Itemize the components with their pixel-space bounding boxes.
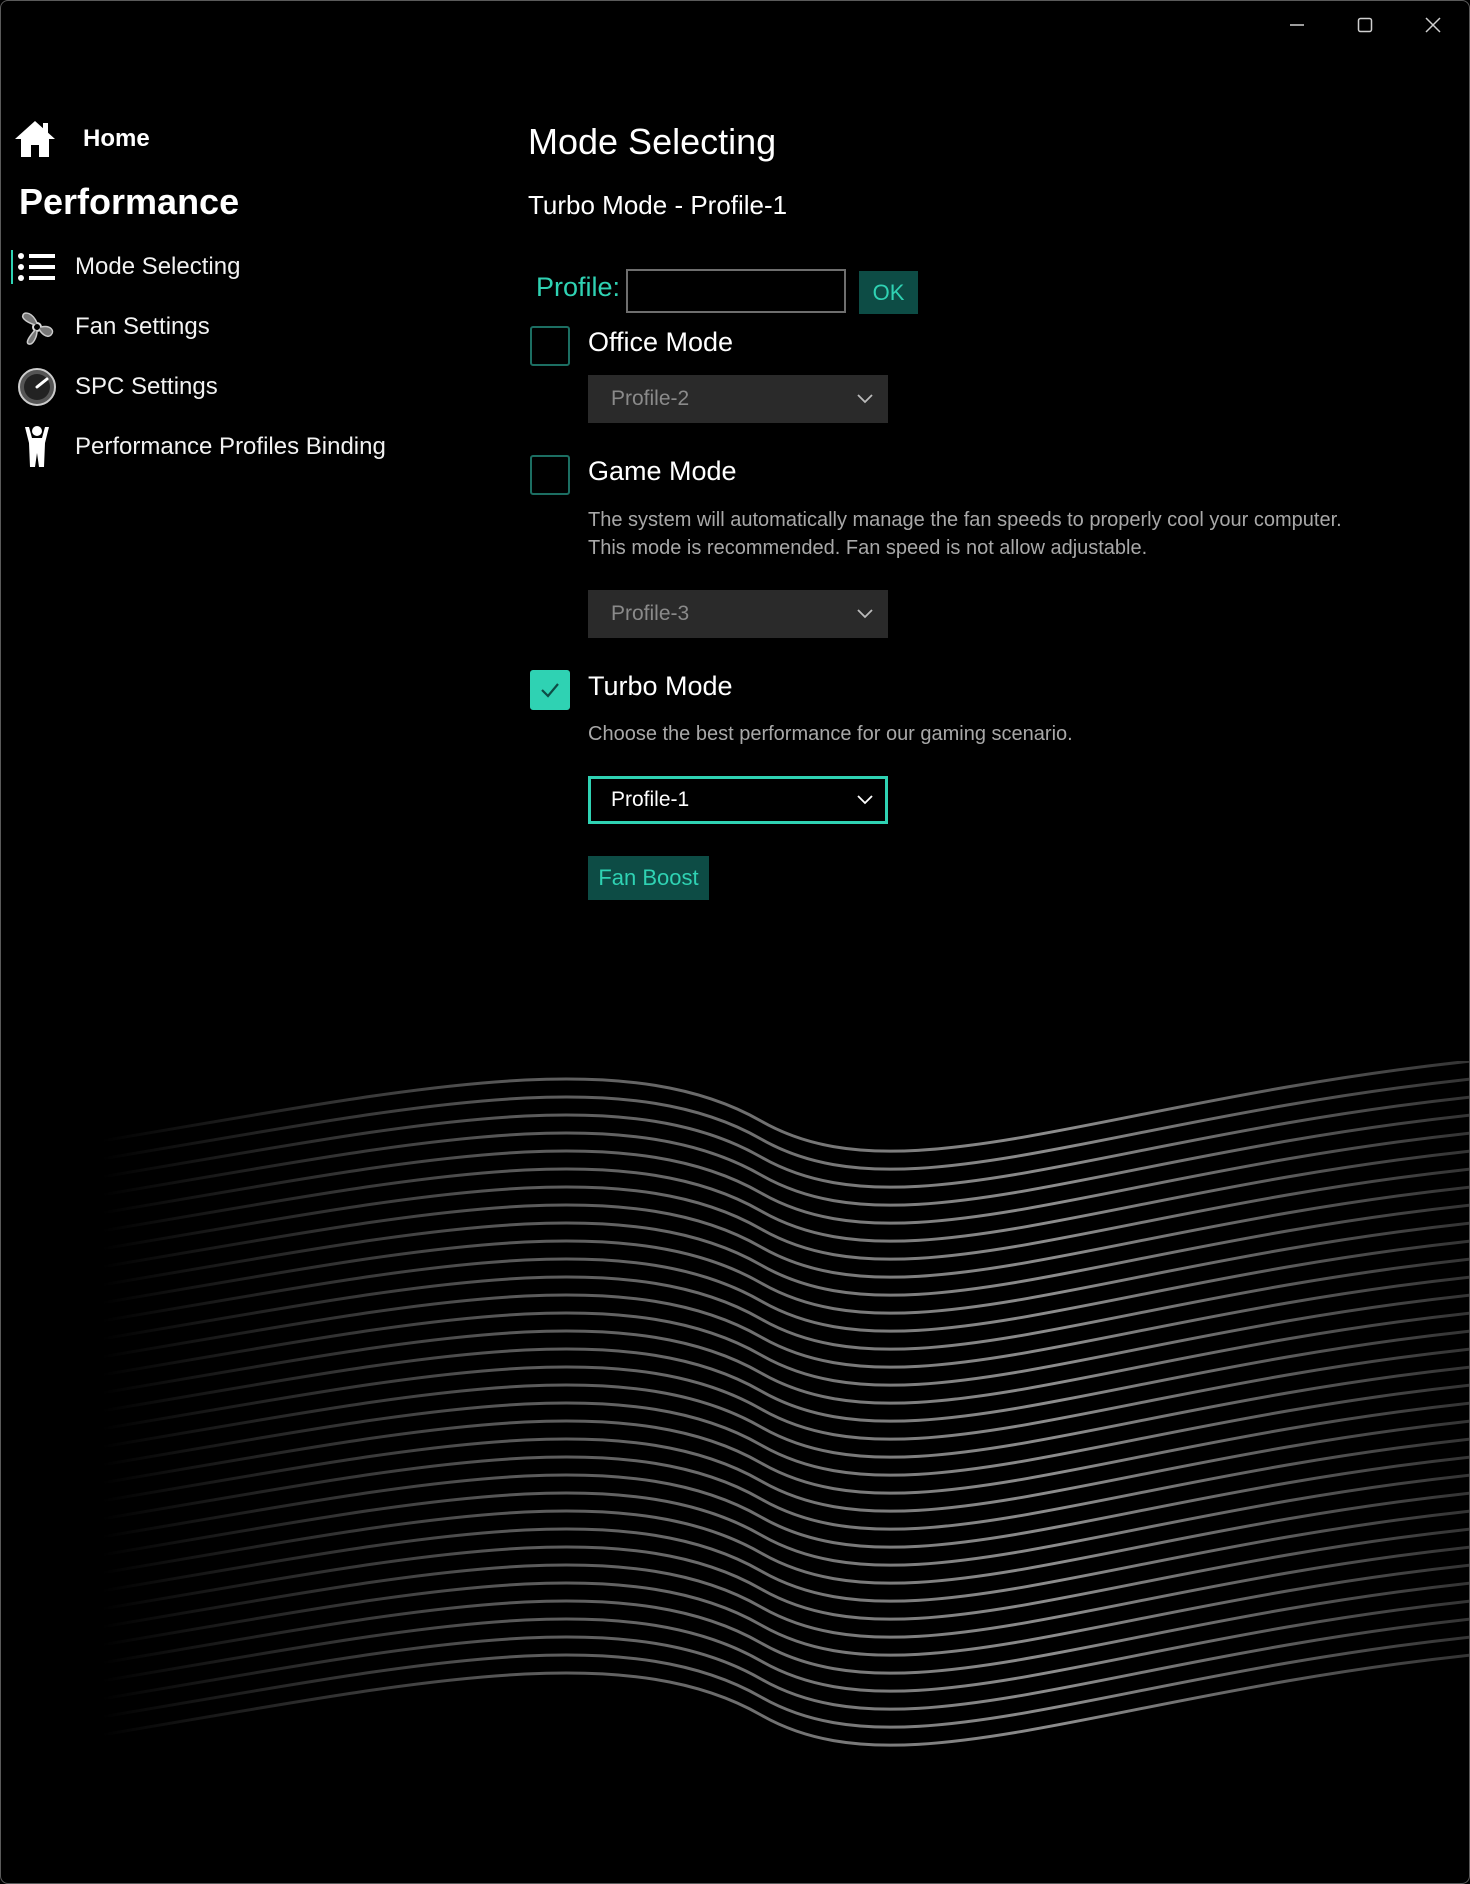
game-mode-profile-select[interactable]: Profile-3 [588, 590, 888, 638]
sidebar-item-label: SPC Settings [75, 373, 218, 400]
profile-label: Profile: [536, 272, 621, 302]
wave-line [100, 1149, 1469, 1243]
wave-line [100, 1563, 1469, 1657]
chevron-down-icon [857, 609, 873, 619]
wave-line [100, 1491, 1469, 1585]
wave-line [100, 1545, 1469, 1639]
wave-line [100, 1095, 1469, 1189]
sidebar-item-label: Performance Profiles Binding [75, 433, 386, 460]
maximize-button[interactable] [1331, 1, 1399, 49]
minimize-button[interactable] [1263, 1, 1331, 49]
game-mode-description-line2: This mode is recommended. Fan speed is n… [588, 537, 1148, 559]
wave-line [100, 1473, 1469, 1567]
game-mode-checkbox[interactable] [530, 455, 570, 495]
wave-line [100, 1167, 1469, 1261]
office-mode-checkbox[interactable] [530, 326, 570, 366]
current-mode-subtitle: Turbo Mode - Profile-1 [528, 190, 788, 220]
wave-line [100, 1329, 1469, 1423]
section-title: Performance [19, 181, 240, 222]
profile-name-input[interactable] [626, 269, 846, 313]
app-window: Home Performance Mode Selecting Fan Sett… [0, 0, 1470, 1884]
home-icon [15, 121, 55, 157]
wave-line [100, 1365, 1469, 1459]
wave-line [100, 1599, 1469, 1693]
fan-icon [11, 302, 63, 352]
gauge-icon [11, 362, 63, 412]
wave-line [100, 1239, 1469, 1333]
turbo-mode-label: Turbo Mode [588, 671, 733, 701]
chevron-down-icon [857, 394, 873, 404]
office-mode-label: Office Mode [588, 327, 734, 357]
ok-button[interactable]: OK [859, 271, 918, 314]
office-mode-profile-select[interactable]: Profile-2 [588, 375, 888, 423]
sidebar-item-label: Fan Settings [75, 313, 210, 340]
person-icon [11, 422, 63, 472]
wave-line [100, 1131, 1469, 1225]
turbo-mode-profile-select[interactable]: Profile-1 [588, 776, 888, 824]
close-button[interactable] [1399, 1, 1467, 49]
wave-line [100, 1437, 1469, 1531]
wave-line [100, 1185, 1469, 1279]
wave-line [100, 1581, 1469, 1675]
wave-line [100, 1077, 1469, 1171]
wave-line [100, 1061, 1469, 1153]
game-mode-label: Game Mode [588, 456, 737, 486]
wave-line [100, 1257, 1469, 1351]
wave-line [100, 1617, 1469, 1711]
turbo-mode-checkbox[interactable] [530, 670, 570, 710]
maximize-icon [1357, 17, 1373, 33]
wave-line [100, 1383, 1469, 1477]
wave-line [100, 1401, 1469, 1495]
list-icon [11, 242, 63, 292]
home-button[interactable]: Home [13, 119, 150, 159]
wave-line [100, 1455, 1469, 1549]
minimize-icon [1290, 24, 1304, 26]
sidebar-item-performance-profiles-binding[interactable]: Performance Profiles Binding [11, 422, 471, 472]
wave-line [100, 1419, 1469, 1513]
page-title: Mode Selecting [528, 121, 777, 162]
wave-line [100, 1509, 1469, 1603]
wave-line [100, 1275, 1469, 1369]
wave-line [100, 1347, 1469, 1441]
wave-line [100, 1635, 1469, 1729]
sidebar-item-label: Mode Selecting [75, 253, 241, 280]
wave-line [100, 1221, 1469, 1315]
wave-line [100, 1293, 1469, 1387]
selected-value: Profile-3 [611, 602, 690, 625]
checkmark-icon [541, 683, 559, 698]
wave-line [100, 1113, 1469, 1207]
selected-value: Profile-1 [611, 788, 690, 811]
chevron-down-icon [857, 795, 873, 805]
home-label: Home [83, 125, 150, 152]
sidebar-item-fan-settings[interactable]: Fan Settings [11, 302, 471, 352]
fan-boost-button[interactable]: Fan Boost [588, 856, 709, 900]
wave-line [100, 1653, 1469, 1747]
game-mode-description-line1: The system will automatically manage the… [588, 509, 1342, 531]
wave-line [100, 1311, 1469, 1405]
turbo-mode-description: Choose the best performance for our gami… [588, 723, 1073, 745]
sidebar-item-spc-settings[interactable]: SPC Settings [11, 362, 471, 412]
wave-line [100, 1203, 1469, 1297]
selected-value: Profile-2 [611, 387, 690, 410]
background-wave-graphic [100, 1061, 1469, 1747]
wave-line [100, 1527, 1469, 1621]
sidebar-item-mode-selecting[interactable]: Mode Selecting [11, 242, 471, 292]
close-icon [1425, 17, 1441, 33]
